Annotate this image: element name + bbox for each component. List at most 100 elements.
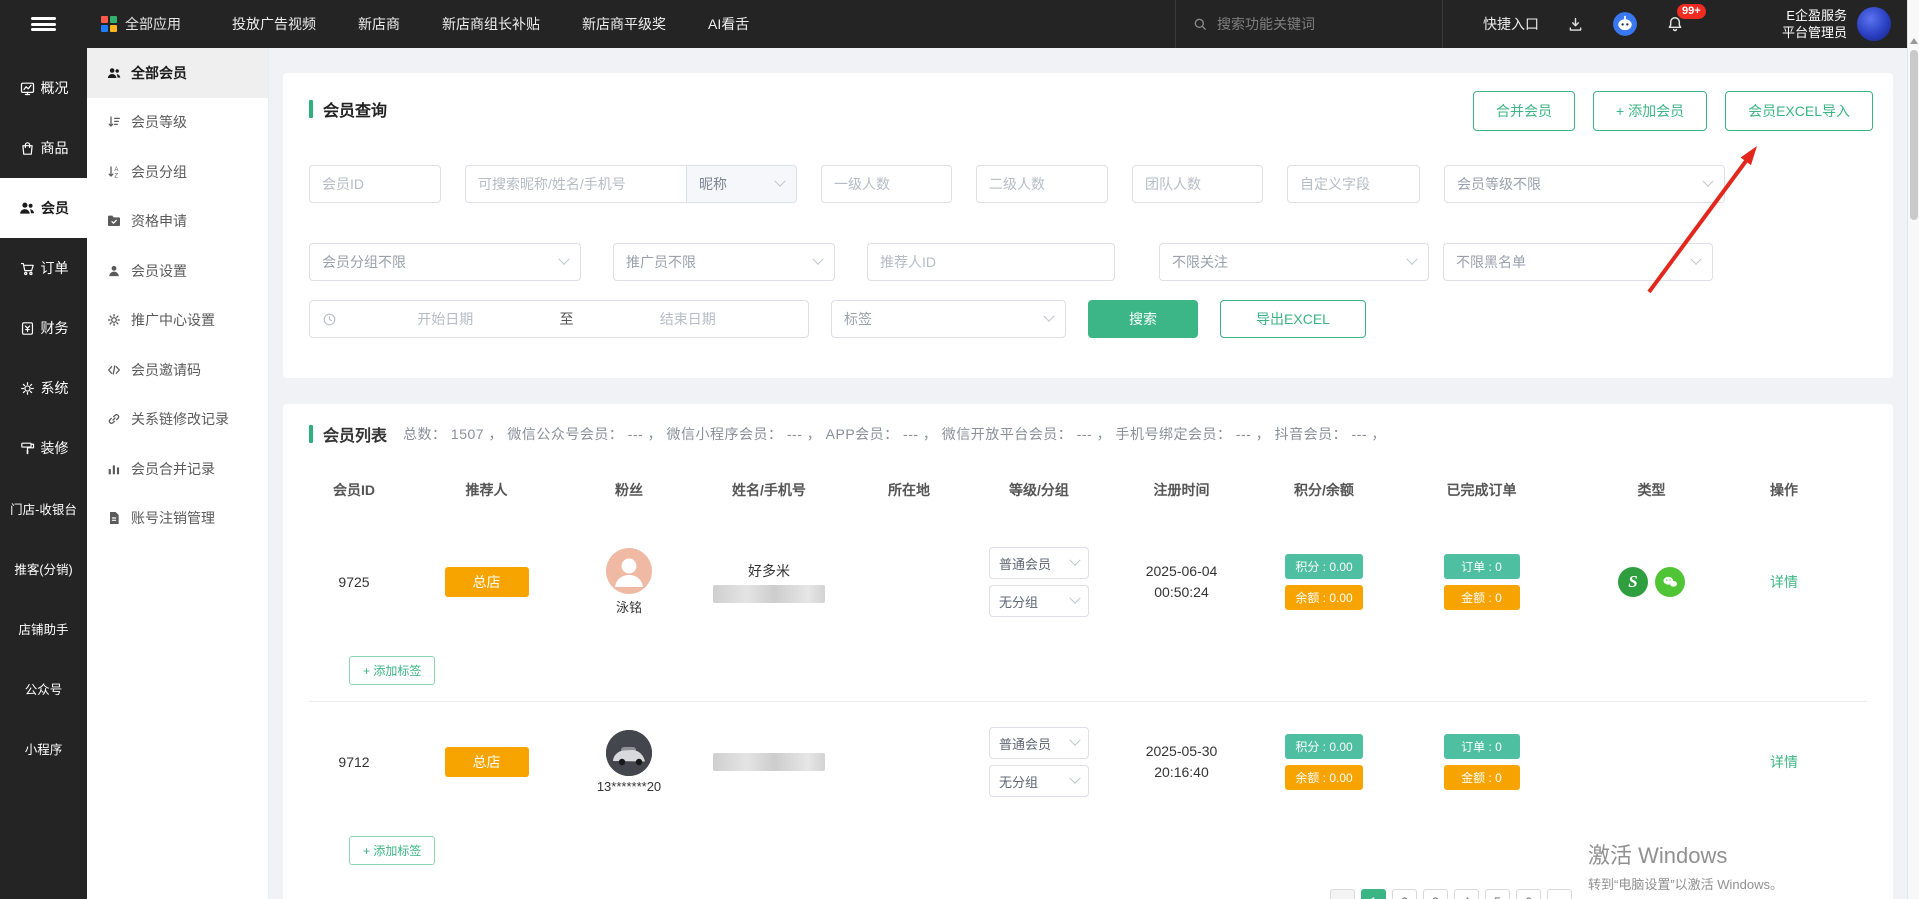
topnav-item[interactable]: 新店商组长补贴 (442, 14, 540, 34)
submenu-invite-code[interactable]: 会员邀请码 (87, 345, 268, 395)
referrer-button[interactable]: 总店 (445, 747, 529, 777)
list-header: 会员列表 总数： 1507 ， 微信公众号会员： --- ， 微信小程序会员： … (309, 422, 1867, 446)
keyword-input[interactable] (478, 176, 674, 192)
add-member-button[interactable]: + 添加会员 (1593, 91, 1707, 131)
sidebar-item-distribution[interactable]: 推客(分销) (0, 538, 87, 598)
referrer-button[interactable]: 总店 (445, 567, 529, 597)
sidebar-item-official-account[interactable]: 公众号 (0, 658, 87, 718)
row-divider (309, 701, 1867, 702)
promoter-select[interactable]: 推广员不限 (613, 243, 835, 281)
detail-link[interactable]: 详情 (1770, 752, 1798, 772)
member-avatar[interactable] (606, 730, 652, 776)
hamburger-menu-icon[interactable] (0, 15, 87, 34)
pagination-page[interactable]: 3 (1423, 889, 1448, 899)
points-badge: 积分 : 0.00 (1285, 734, 1362, 759)
pagination-page[interactable]: 6 (1516, 889, 1541, 899)
submenu-merge-log[interactable]: 会员合并记录 (87, 444, 268, 494)
all-apps-button[interactable]: 全部应用 (101, 14, 181, 34)
sidebar-item-decorate[interactable]: 装修 (0, 418, 87, 478)
detail-link[interactable]: 详情 (1770, 572, 1798, 592)
vertical-scrollbar[interactable] (1907, 0, 1919, 899)
assistant-robot-icon[interactable] (1612, 11, 1638, 37)
sidebar-label: 推客(分销) (14, 559, 72, 578)
account-menu[interactable]: E企盈服务 平台管理员 (1782, 7, 1891, 41)
sidebar-item-goods[interactable]: 商品 (0, 118, 87, 178)
pagination-next[interactable]: › (1547, 889, 1572, 899)
member-group-select[interactable]: 无分组 (989, 585, 1089, 617)
submenu-account-cancel[interactable]: 账号注销管理 (87, 494, 268, 544)
search-button[interactable]: 搜索 (1088, 300, 1198, 338)
sidebar-item-shop-assistant[interactable]: 店铺助手 (0, 598, 87, 658)
blurred-phone (713, 753, 825, 771)
fan-cell: 泳铭 (606, 548, 652, 616)
add-tag-button[interactable]: + 添加标签 (349, 656, 435, 685)
pagination-page[interactable]: 5 (1485, 889, 1510, 899)
member-avatar[interactable] (606, 548, 652, 594)
member-excel-import-button[interactable]: 会员EXCEL导入 (1725, 91, 1873, 131)
keyword-type-select[interactable]: 昵称 (687, 165, 797, 203)
pagination-prev[interactable]: ‹ (1330, 889, 1355, 899)
member-id-input[interactable] (322, 176, 428, 192)
sidebar-item-order[interactable]: 订单 (0, 238, 87, 298)
member-name: 好多米 (748, 561, 790, 581)
avatar[interactable] (1857, 7, 1891, 41)
member-group-select[interactable]: 无分组 (989, 765, 1089, 797)
pagination-page[interactable]: 2 (1392, 889, 1417, 899)
sidebar-item-system[interactable]: 系统 (0, 358, 87, 418)
title-accent-bar (309, 425, 313, 443)
column-header: 粉丝 (615, 480, 643, 500)
merge-member-button[interactable]: 合并会员 (1473, 91, 1575, 131)
search-input[interactable] (1217, 16, 1407, 32)
topnav-item[interactable]: 新店商 (358, 14, 400, 34)
query-actions: 合并会员 + 添加会员 会员EXCEL导入 (1473, 91, 1873, 131)
order-amount-badge: 金额 : 0 (1444, 585, 1520, 610)
column-header: 推荐人 (466, 480, 508, 500)
sidebar-item-member[interactable]: 会员 (0, 178, 87, 238)
follow-select[interactable]: 不限关注 (1159, 243, 1429, 281)
member-level-select[interactable]: 普通会员 (989, 727, 1089, 759)
pagination-page[interactable]: 1 (1361, 889, 1386, 899)
level2-count-input[interactable] (989, 176, 1095, 192)
tag-select[interactable]: 标签 (831, 300, 1066, 338)
submenu-promotion-setting[interactable]: 推广中心设置 (87, 296, 268, 346)
scrollbar-up-arrow-icon[interactable] (1910, 38, 1918, 44)
sidebar-label: 门店-收银台 (10, 499, 77, 518)
sidebar-item-overview[interactable]: 概况 (0, 58, 87, 118)
filter-row-1: 昵称 会员等级不限 (309, 165, 1867, 203)
referrer-id-input[interactable] (880, 254, 1102, 270)
column-header: 类型 (1638, 480, 1666, 500)
member-level-select[interactable]: 普通会员 (989, 547, 1089, 579)
download-icon[interactable] (1566, 15, 1585, 34)
submenu-all-members[interactable]: 全部会员 (87, 48, 268, 98)
topnav-item[interactable]: 投放广告视频 (232, 14, 316, 34)
sidebar-item-finance[interactable]: 财务 (0, 298, 87, 358)
submenu-relation-log[interactable]: 关系链修改记录 (87, 395, 268, 445)
submenu-member-setting[interactable]: 会员设置 (87, 246, 268, 296)
chevron-down-icon (1702, 176, 1713, 187)
custom-field-input[interactable] (1300, 176, 1407, 192)
car-avatar-image (606, 730, 652, 776)
member-group-select[interactable]: 会员分组不限 (309, 243, 581, 281)
end-date-placeholder[interactable]: 结束日期 (580, 309, 797, 329)
notifications-bell-icon[interactable]: 99+ (1665, 14, 1685, 34)
level1-count-input[interactable] (834, 176, 939, 192)
sidebar-item-pos[interactable]: 门店-收银台 (0, 478, 87, 538)
sidebar-item-miniprogram[interactable]: 小程序 (0, 718, 87, 778)
submenu-member-level[interactable]: 会员等级 (87, 98, 268, 148)
add-tag-button[interactable]: + 添加标签 (349, 836, 435, 865)
topnav-item[interactable]: 新店商平级奖 (582, 14, 666, 34)
start-date-placeholder[interactable]: 开始日期 (337, 309, 554, 329)
topnav-item[interactable]: AI看舌 (708, 14, 749, 34)
team-count-input[interactable] (1145, 176, 1250, 192)
scrollbar-thumb[interactable] (1910, 50, 1918, 220)
name-phone-cell (713, 753, 825, 771)
submenu-member-group[interactable]: AZ 会员分组 (87, 147, 268, 197)
quick-entry-link[interactable]: 快捷入口 (1483, 14, 1539, 34)
pagination-page[interactable]: 4 (1454, 889, 1479, 899)
table-row: 9725 总店 泳铭 好多米 普通会员 (309, 526, 1867, 638)
date-range-picker[interactable]: 开始日期 至 结束日期 (309, 300, 809, 338)
submenu-qualification[interactable]: 资格申请 (87, 197, 268, 247)
blacklist-select[interactable]: 不限黑名单 (1443, 243, 1713, 281)
export-excel-button[interactable]: 导出EXCEL (1220, 300, 1366, 338)
member-level-select[interactable]: 会员等级不限 (1444, 165, 1725, 203)
